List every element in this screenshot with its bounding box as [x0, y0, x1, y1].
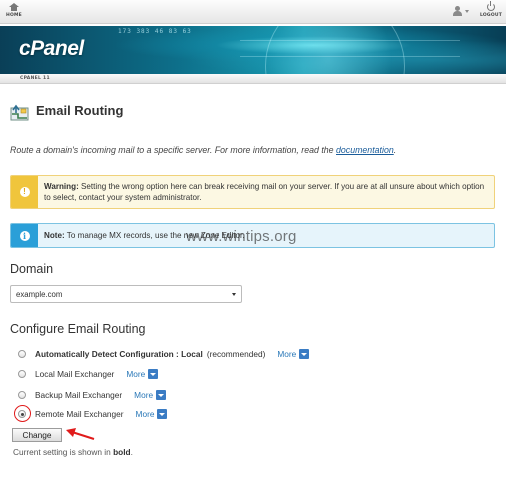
email-routing-icon: [10, 104, 29, 121]
domain-heading: Domain: [10, 262, 54, 276]
warning-alert: ! Warning: Setting the wrong option here…: [10, 175, 495, 209]
banner-line: [240, 56, 460, 57]
change-button[interactable]: Change: [12, 428, 62, 442]
page-title: Email Routing: [36, 103, 124, 118]
home-label: HOME: [6, 13, 22, 18]
more-label: More: [135, 409, 155, 419]
more-label: More: [134, 390, 154, 400]
warning-body: Warning: Setting the wrong option here c…: [38, 176, 494, 208]
intro-end: .: [393, 145, 397, 155]
power-icon: [487, 1, 495, 11]
routing-heading: Configure Email Routing: [10, 322, 146, 336]
intro-text: Route a domain's incoming mail to a spec…: [10, 145, 396, 155]
warning-bar: !: [11, 176, 38, 208]
note-bar: i: [11, 224, 38, 247]
chevron-down-icon: [232, 293, 236, 296]
logout-link[interactable]: LOGOUT: [478, 1, 504, 18]
expand-icon[interactable]: [157, 409, 168, 419]
logout-label: LOGOUT: [480, 13, 502, 18]
expand-icon[interactable]: [156, 390, 167, 400]
option-backup: Backup Mail Exchanger More: [18, 389, 167, 401]
more-label: More: [277, 349, 297, 359]
current-suffix: .: [130, 447, 133, 457]
current-bold: bold: [113, 447, 131, 457]
domain-select[interactable]: example.com: [10, 285, 242, 303]
expand-icon[interactable]: [299, 349, 310, 359]
intro-sentence: Route a domain's incoming mail to a spec…: [10, 145, 337, 155]
note-label: Note:: [44, 230, 65, 240]
option-local: Local Mail Exchanger More: [18, 368, 159, 380]
radio-auto-detect[interactable]: [18, 350, 26, 358]
warning-icon: !: [19, 187, 30, 197]
current-setting-note: Current setting is shown in bold.: [13, 447, 133, 457]
more-link[interactable]: More: [136, 409, 168, 419]
warning-label: Warning:: [44, 181, 79, 191]
home-link[interactable]: HOME: [4, 3, 24, 18]
annotation-arrow-icon: [66, 428, 95, 440]
radio-local[interactable]: [18, 370, 26, 378]
radio-backup[interactable]: [18, 391, 26, 399]
banner-line: [240, 40, 460, 41]
option-backup-label: Backup Mail Exchanger: [35, 390, 123, 400]
current-prefix: Current setting is shown in: [13, 447, 114, 457]
more-link[interactable]: More: [277, 349, 310, 359]
user-icon: [452, 5, 462, 17]
watermark: www.wintips.org: [186, 228, 297, 245]
domain-selected-value: example.com: [16, 289, 63, 299]
option-auto-label: Automatically Detect Configuration : Loc…: [35, 349, 203, 359]
option-auto-extra: (recommended): [206, 349, 266, 359]
globe-graphic: [265, 26, 405, 74]
more-label: More: [126, 369, 146, 379]
option-local-label: Local Mail Exchanger: [35, 369, 115, 379]
version-strip: CPANEL 11: [0, 74, 506, 84]
warning-text: Setting the wrong option here can break …: [44, 181, 485, 203]
top-toolbar: HOME LOGOUT: [0, 0, 506, 24]
documentation-link[interactable]: documentation: [336, 145, 394, 155]
option-auto-detect: Automatically Detect Configuration : Loc…: [18, 348, 310, 360]
cpanel-banner: 173 383 46 83 63 cPanel: [0, 26, 506, 74]
version-label: CPANEL 11: [20, 76, 50, 81]
option-remote-label: Remote Mail Exchanger: [35, 409, 124, 419]
info-icon: i: [19, 230, 30, 241]
expand-icon[interactable]: [148, 369, 159, 379]
user-menu[interactable]: [452, 5, 469, 17]
option-remote: Remote Mail Exchanger More: [18, 408, 168, 420]
radio-remote[interactable]: [18, 410, 26, 418]
home-icon: [9, 3, 19, 11]
more-link[interactable]: More: [134, 390, 167, 400]
more-link[interactable]: More: [126, 369, 159, 379]
chevron-down-icon: [465, 9, 469, 13]
cpanel-logo: cPanel: [19, 37, 84, 60]
banner-digits: 173 383 46 83 63: [118, 28, 192, 35]
